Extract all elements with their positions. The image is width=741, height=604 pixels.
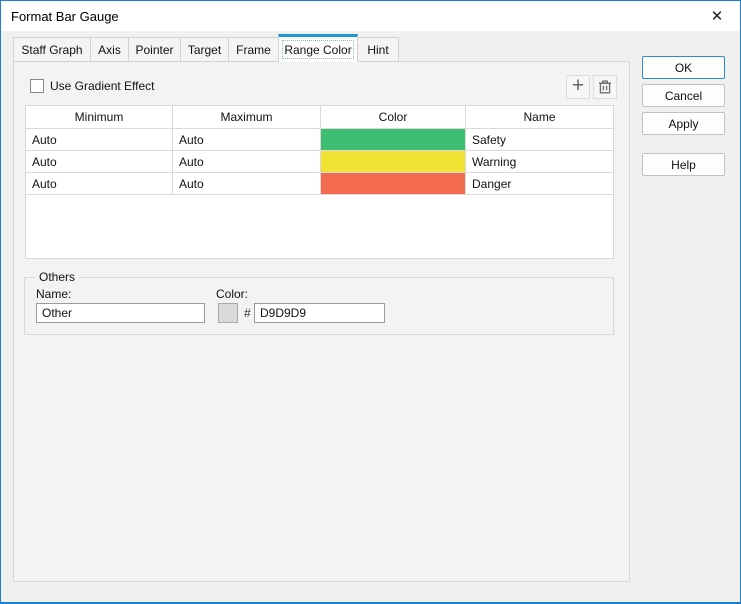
tab-axis[interactable]: Axis xyxy=(90,37,129,62)
tab-staff-graph[interactable]: Staff Graph xyxy=(13,37,91,62)
color-cell[interactable] xyxy=(321,129,466,151)
use-gradient-row: Use Gradient Effect xyxy=(30,79,155,93)
add-range-button[interactable]: + xyxy=(566,75,590,99)
color-field-label: Color: xyxy=(216,287,249,301)
close-icon[interactable]: ✕ xyxy=(700,1,734,31)
maximum-cell[interactable]: Auto xyxy=(173,173,321,195)
tab-frame[interactable]: Frame xyxy=(228,37,279,62)
minimum-cell[interactable]: Auto xyxy=(26,129,173,151)
others-legend: Others xyxy=(35,270,80,284)
other-name-input[interactable] xyxy=(36,303,205,323)
tab-bar: Staff Graph Axis Pointer Target Frame Ra… xyxy=(13,34,399,62)
minimum-cell[interactable]: Auto xyxy=(26,173,173,195)
column-header-name[interactable]: Name xyxy=(466,106,613,129)
tab-hint[interactable]: Hint xyxy=(357,37,399,62)
hash-sign: # xyxy=(244,306,251,320)
titlebar: Format Bar Gauge ✕ xyxy=(1,1,740,31)
delete-range-button[interactable] xyxy=(593,75,617,99)
name-field-label: Name: xyxy=(36,287,72,301)
name-cell[interactable]: Danger xyxy=(466,173,613,195)
use-gradient-checkbox[interactable] xyxy=(30,79,44,93)
color-cell[interactable] xyxy=(321,151,466,173)
column-header-color[interactable]: Color xyxy=(321,106,466,129)
dialog-title: Format Bar Gauge xyxy=(11,8,119,24)
color-swatch-safety[interactable] xyxy=(321,129,465,150)
maximum-cell[interactable]: Auto xyxy=(173,129,321,151)
tab-pointer[interactable]: Pointer xyxy=(128,37,181,62)
use-gradient-label: Use Gradient Effect xyxy=(50,79,155,93)
cancel-button[interactable]: Cancel xyxy=(642,84,725,107)
others-group: Others Name: Color: # xyxy=(24,270,614,335)
ok-button[interactable]: OK xyxy=(642,56,725,79)
table-row[interactable]: Auto Auto Warning xyxy=(26,151,613,173)
range-color-table: Minimum Maximum Color Name Auto Auto Saf… xyxy=(25,105,614,259)
name-cell[interactable]: Warning xyxy=(466,151,613,173)
column-header-maximum[interactable]: Maximum xyxy=(173,106,321,129)
other-color-hex-input[interactable] xyxy=(254,303,385,323)
help-button[interactable]: Help xyxy=(642,153,725,176)
column-header-minimum[interactable]: Minimum xyxy=(26,106,173,129)
format-bar-gauge-dialog: Format Bar Gauge ✕ Staff Graph Axis Poin… xyxy=(0,0,741,604)
range-color-panel: Use Gradient Effect + Minimum Maximum Co… xyxy=(13,61,630,582)
other-color-swatch[interactable] xyxy=(218,303,238,323)
minimum-cell[interactable]: Auto xyxy=(26,151,173,173)
maximum-cell[interactable]: Auto xyxy=(173,151,321,173)
apply-button[interactable]: Apply xyxy=(642,112,725,135)
tab-range-color[interactable]: Range Color xyxy=(278,34,358,62)
table-row[interactable]: Auto Auto Danger xyxy=(26,173,613,195)
color-swatch-danger[interactable] xyxy=(321,173,465,194)
color-cell[interactable] xyxy=(321,173,466,195)
table-header-row: Minimum Maximum Color Name xyxy=(26,106,613,129)
tab-target[interactable]: Target xyxy=(180,37,229,62)
trash-icon xyxy=(597,79,613,95)
table-row[interactable]: Auto Auto Safety xyxy=(26,129,613,151)
plus-icon: + xyxy=(571,74,585,97)
color-swatch-warning[interactable] xyxy=(321,151,465,172)
name-cell[interactable]: Safety xyxy=(466,129,613,151)
